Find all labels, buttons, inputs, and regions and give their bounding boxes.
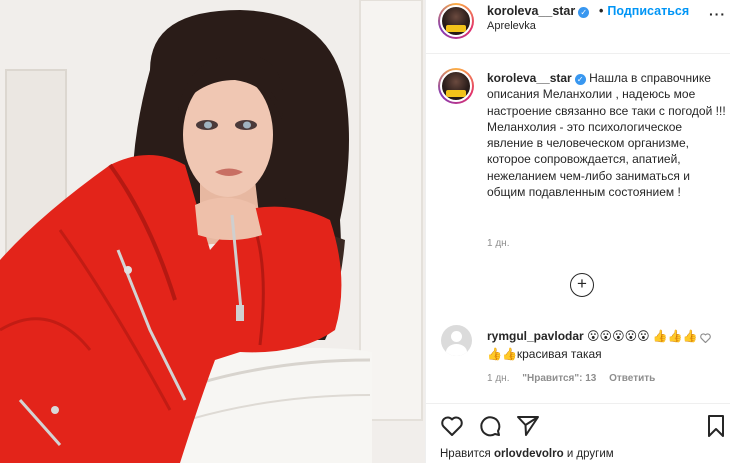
reply-button[interactable]: Ответить — [609, 373, 655, 384]
caption-text-block: koroleva__star ✓ Нашла в справочнике опис… — [487, 70, 727, 200]
load-more-comments-button[interactable]: + — [570, 273, 594, 297]
comment-likes-count[interactable]: "Нравится": 13 — [522, 373, 596, 384]
more-options-icon[interactable]: ··· — [709, 6, 726, 22]
follow-button[interactable]: • Подписаться — [599, 4, 689, 18]
commenter-avatar[interactable] — [441, 325, 472, 356]
commenter-username[interactable]: rymgul_pavlodar — [487, 329, 584, 343]
comment-text-block: rymgul_pavlodar 😮😮😮😮😮 👍👍👍👍👍красивая така… — [487, 327, 702, 363]
paper-plane-icon[interactable] — [516, 414, 540, 438]
heart-icon[interactable] — [440, 414, 464, 438]
post-actions-bar: Нравится orlovdevolro и другим — [426, 403, 730, 463]
likes-prefix: Нравится — [440, 448, 491, 460]
caption-author-avatar[interactable] — [438, 68, 474, 104]
likes-suffix[interactable]: и другим — [567, 448, 614, 460]
author-username[interactable]: koroleva__star ✓ — [487, 4, 590, 18]
verified-check-icon: ✓ — [578, 7, 590, 18]
post-side-panel: koroleva__star ✓ Aprelevka • Подписаться ·… — [425, 0, 730, 463]
post-location[interactable]: Aprelevka — [487, 20, 536, 32]
photo-illustration — [0, 0, 425, 463]
likes-summary: Нравится orlovdevolro и другим — [440, 448, 614, 460]
verified-check-icon: ✓ — [574, 74, 586, 85]
author-avatar[interactable] — [438, 3, 474, 39]
bookmark-icon[interactable] — [704, 414, 728, 438]
instagram-post-view: koroleva__star ✓ Aprelevka • Подписаться ·… — [0, 0, 730, 463]
small-heart-icon[interactable] — [700, 333, 711, 346]
comment-timestamp[interactable]: 1 дн. — [487, 373, 509, 384]
post-header: koroleva__star ✓ Aprelevka • Подписаться ·… — [426, 0, 730, 54]
caption-username[interactable]: koroleva__star — [487, 71, 572, 85]
comment-icon[interactable] — [478, 414, 502, 438]
post-photo[interactable] — [0, 0, 425, 463]
separator-dot: • — [599, 4, 604, 18]
caption-timestamp[interactable]: 1 дн. — [487, 238, 509, 249]
comment-meta: 1 дн. "Нравится": 13 Ответить — [487, 373, 665, 384]
caption-text: Нашла в справочнике описания Меланхолии … — [487, 71, 726, 200]
likes-user-link[interactable]: orlovdevolro — [494, 448, 564, 460]
